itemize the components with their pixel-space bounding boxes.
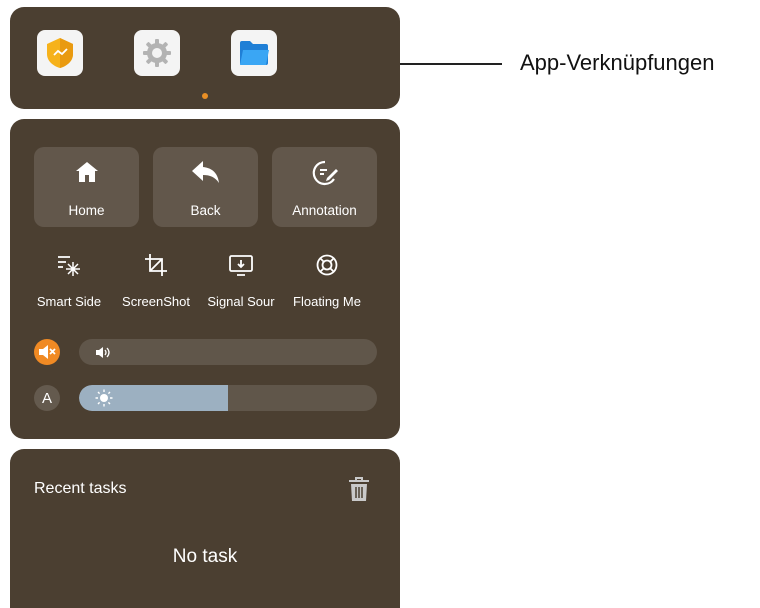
screenshot-tool[interactable]: ScreenShot <box>117 253 195 309</box>
smart-side-tool[interactable]: Smart Side <box>30 253 108 309</box>
speaker-muted-icon <box>39 345 56 359</box>
trash-icon[interactable] <box>347 476 371 502</box>
app-shortcuts-panel <box>10 7 400 109</box>
recent-tasks-title: Recent tasks <box>34 480 127 497</box>
mute-toggle[interactable] <box>34 339 60 365</box>
sun-icon <box>95 389 113 407</box>
smart-side-icon <box>58 256 80 276</box>
back-arrow-icon <box>191 161 219 183</box>
volume-slider[interactable] <box>79 339 377 365</box>
callout-line <box>400 63 502 65</box>
brightness-slider[interactable] <box>79 385 377 411</box>
back-button[interactable]: Back <box>153 147 258 227</box>
signal-source-tool[interactable]: Signal Sour <box>202 253 280 309</box>
page-indicator-dot <box>202 93 208 99</box>
callout-label: App-Verknüpfungen <box>520 50 715 75</box>
back-label: Back <box>190 203 221 218</box>
home-label: Home <box>68 203 105 218</box>
screenshot-label: ScreenShot <box>122 294 190 309</box>
home-button[interactable]: Home <box>34 147 139 227</box>
smart-side-label: Smart Side <box>36 294 102 309</box>
settings-app-icon[interactable] <box>134 30 180 76</box>
floating-menu-tool[interactable]: Floating Me <box>288 253 366 309</box>
home-icon <box>75 162 98 182</box>
security-app-icon[interactable] <box>37 30 83 76</box>
crop-icon <box>145 254 167 276</box>
signal-source-icon <box>229 255 253 276</box>
quick-controls-panel: Home Back Annotation Smart Side ScreenSh… <box>10 119 400 439</box>
signal-source-label: Signal Sour <box>207 294 275 309</box>
recent-tasks-panel: Recent tasks No task <box>10 449 400 608</box>
file-manager-app-icon[interactable] <box>231 30 277 76</box>
floating-menu-label: Floating Me <box>293 294 361 309</box>
floating-menu-icon <box>316 254 338 276</box>
no-task-message: No task <box>172 546 238 567</box>
annotation-icon <box>312 160 338 186</box>
auto-brightness-label: A <box>41 389 52 407</box>
annotation-label: Annotation <box>292 203 357 218</box>
speaker-icon <box>96 347 110 358</box>
auto-brightness-toggle[interactable]: A <box>34 385 60 411</box>
annotation-button[interactable]: Annotation <box>272 147 377 227</box>
